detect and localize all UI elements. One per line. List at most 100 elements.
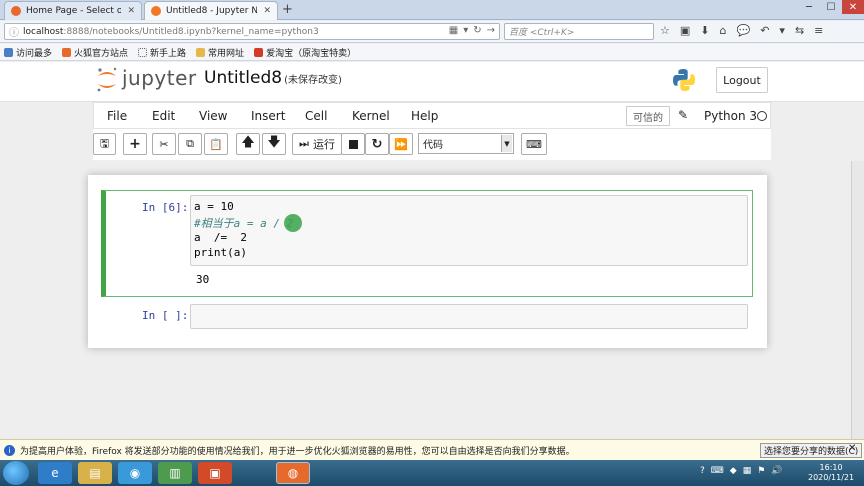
stop-icon bbox=[348, 139, 358, 149]
notebook-title[interactable]: Untitled8 (未保存改变) bbox=[204, 68, 342, 88]
empty-code-input[interactable] bbox=[190, 304, 748, 329]
address-bar[interactable]: ⓘ localhost:8888/notebooks/Untitled8.ipy… bbox=[4, 23, 500, 40]
paste-icon: 📋 bbox=[209, 137, 223, 151]
start-button[interactable] bbox=[3, 461, 29, 485]
bookmark-shield-icon[interactable]: ▦ bbox=[449, 25, 458, 36]
jupyter-header: jupyter Untitled8 (未保存改变) Logout bbox=[0, 62, 864, 102]
close-icon[interactable]: ✕ bbox=[848, 443, 856, 454]
system-clock[interactable]: 16:10 2020/11/21 bbox=[808, 463, 854, 483]
flag-icon[interactable]: ⚑ bbox=[757, 466, 765, 476]
menu-view[interactable]: View bbox=[199, 109, 227, 123]
network-icon[interactable]: ▦ bbox=[743, 466, 752, 476]
bookmark-getting-started[interactable]: 新手上路 bbox=[138, 46, 186, 59]
notebook-toolbar: 🖫 + ✂ ⧉ 📋 🡅 🡇 ⏭ 运行 ↻ ⏩ 代码 ▼ ⌨ bbox=[93, 129, 771, 160]
dropdown-icon[interactable]: ▾ bbox=[463, 25, 468, 36]
code-line-3: a /= 2 bbox=[194, 231, 247, 244]
home-icon[interactable]: ⌂ bbox=[720, 24, 727, 37]
help-icon[interactable]: ? bbox=[700, 466, 705, 476]
kernel-idle-icon bbox=[757, 111, 767, 121]
undo-icon[interactable]: ↶ bbox=[760, 24, 769, 37]
restart-icon: ↻ bbox=[371, 136, 383, 152]
more-icon[interactable]: ▾ bbox=[779, 24, 785, 37]
cut-button[interactable]: ✂ bbox=[152, 133, 176, 155]
minimize-button[interactable]: ─ bbox=[798, 0, 820, 14]
menu-cell[interactable]: Cell bbox=[305, 109, 327, 123]
scrollbar[interactable] bbox=[851, 161, 864, 439]
share-data-button[interactable]: 选择您要分享的数据(C) bbox=[760, 443, 863, 458]
restart-run-all-button[interactable]: ⏩ bbox=[389, 133, 413, 155]
bookmark-common-sites[interactable]: 常用网址 bbox=[196, 46, 244, 59]
code-line-2: #相当于a = a / 2 bbox=[194, 217, 294, 230]
jupyter-logo-icon[interactable] bbox=[96, 67, 118, 93]
close-icon[interactable]: ✕ bbox=[127, 6, 135, 16]
menu-file[interactable]: File bbox=[107, 109, 127, 123]
maximize-button[interactable]: ☐ bbox=[820, 0, 842, 14]
new-tab-button[interactable]: + bbox=[282, 2, 293, 17]
bookmark-firefox-official[interactable]: 火狐官方站点 bbox=[62, 46, 128, 59]
bookmark-most-visited[interactable]: 访问最多 bbox=[4, 46, 52, 59]
menu-icon[interactable]: ≡ bbox=[814, 24, 823, 37]
cell-type-select[interactable]: 代码 ▼ bbox=[418, 133, 514, 154]
sync-icon[interactable]: ⇆ bbox=[795, 24, 804, 37]
step-forward-icon: ⏭ bbox=[299, 137, 309, 150]
insert-cell-button[interactable]: + bbox=[123, 133, 147, 155]
menu-help[interactable]: Help bbox=[411, 109, 438, 123]
pencil-icon[interactable]: ✎ bbox=[678, 108, 688, 122]
tab-label: Home Page - Select or c... bbox=[26, 6, 122, 16]
plus-icon: + bbox=[129, 136, 141, 152]
tab-untitled8[interactable]: Untitled8 - Jupyter Note... ✕ bbox=[144, 1, 278, 20]
python-logo-icon bbox=[673, 69, 695, 91]
explorer-icon[interactable]: ▤ bbox=[78, 462, 112, 484]
keyboard-icon: ⌨ bbox=[526, 137, 542, 151]
firefox-icon bbox=[62, 47, 72, 57]
url-host: localhost bbox=[23, 26, 64, 37]
copy-button[interactable]: ⧉ bbox=[178, 133, 202, 155]
search-input[interactable]: 百度 <Ctrl+K> bbox=[504, 23, 654, 40]
restart-button[interactable]: ↻ bbox=[365, 133, 389, 155]
firefox-taskbar-icon[interactable]: ◍ bbox=[276, 462, 310, 484]
interrupt-button[interactable] bbox=[341, 133, 365, 155]
command-palette-button[interactable]: ⌨ bbox=[521, 133, 547, 155]
move-down-button[interactable]: 🡇 bbox=[262, 133, 286, 155]
security-icon[interactable]: ◆ bbox=[730, 466, 737, 476]
forward-icon[interactable]: → bbox=[487, 25, 495, 36]
presentation-icon[interactable]: ▣ bbox=[198, 462, 232, 484]
bookmarks-bar: 访问最多 火狐官方站点 新手上路 常用网址 爱淘宝（原淘宝特卖） bbox=[0, 44, 864, 61]
arrow-down-icon: 🡇 bbox=[267, 135, 281, 150]
copy-icon: ⧉ bbox=[186, 137, 194, 150]
qq-icon[interactable]: ◉ bbox=[118, 462, 152, 484]
data-sharing-notification: i 为提高用户体验，Firefox 将发送部分功能的使用情况给我们，用于进一步优… bbox=[0, 439, 864, 460]
clipboard-icon[interactable]: ▣ bbox=[680, 24, 690, 37]
windows-taskbar: e ▤ ◉ ▥ ▣ ◍ ? ⌨ ◆ ▦ ⚑ 🔊 16:10 2020/11/21 bbox=[0, 460, 864, 486]
save-button[interactable]: 🖫 bbox=[93, 133, 116, 155]
paste-button[interactable]: 📋 bbox=[204, 133, 228, 155]
tab-home-page[interactable]: Home Page - Select or c... ✕ bbox=[4, 1, 142, 20]
reload-icon[interactable]: ↻ bbox=[473, 25, 481, 36]
code-line-1: a = 10 bbox=[194, 200, 234, 213]
move-up-button[interactable]: 🡅 bbox=[236, 133, 260, 155]
scissors-icon: ✂ bbox=[159, 137, 169, 151]
ie-icon[interactable]: e bbox=[38, 462, 72, 484]
chart-app-icon[interactable]: ▥ bbox=[158, 462, 192, 484]
download-icon[interactable]: ⬇ bbox=[700, 24, 709, 37]
menu-edit[interactable]: Edit bbox=[152, 109, 175, 123]
menubar: File Edit View Insert Cell Kernel Help 可… bbox=[93, 102, 771, 129]
volume-icon[interactable]: 🔊 bbox=[771, 466, 782, 476]
menu-insert[interactable]: Insert bbox=[251, 109, 285, 123]
info-icon: ⓘ bbox=[9, 28, 19, 39]
chat-icon[interactable]: 💬 bbox=[736, 24, 750, 37]
keyboard-icon[interactable]: ⌨ bbox=[711, 466, 724, 476]
star-icon[interactable]: ☆ bbox=[660, 24, 670, 37]
bookmark-taobao[interactable]: 爱淘宝（原淘宝特卖） bbox=[254, 46, 356, 59]
logout-button[interactable]: Logout bbox=[716, 67, 768, 93]
jupyter-wordmark: jupyter bbox=[122, 66, 197, 90]
input-prompt: In [6]: bbox=[142, 201, 189, 214]
close-icon[interactable]: ✕ bbox=[263, 6, 271, 16]
run-button[interactable]: ⏭ 运行 bbox=[292, 133, 342, 155]
page-icon bbox=[138, 47, 148, 57]
jupyter-favicon-icon bbox=[151, 6, 161, 16]
trusted-indicator[interactable]: 可信的 bbox=[626, 106, 670, 126]
menu-kernel[interactable]: Kernel bbox=[352, 109, 390, 123]
info-icon: i bbox=[4, 444, 15, 456]
window-close-button[interactable]: ✕ bbox=[842, 0, 864, 14]
